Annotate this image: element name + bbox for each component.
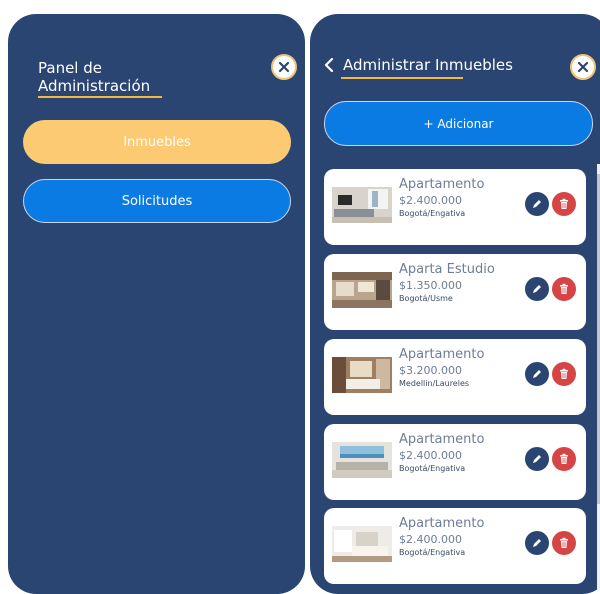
pencil-icon (533, 200, 541, 208)
property-type: Apartamento (399, 432, 485, 447)
delete-button[interactable] (552, 531, 576, 555)
sea-view-living-photo (332, 442, 392, 478)
close-icon (278, 61, 290, 73)
property-price: $3.200.000 (399, 364, 462, 377)
property-price: $2.400.000 (399, 449, 462, 462)
property-location: Bogotá/Engativa (399, 548, 466, 557)
menu-button-label: Inmuebles (123, 134, 191, 150)
property-card: Apartamento $2.400.000 Bogotá/Engativa (324, 169, 586, 245)
title-underline (341, 77, 463, 79)
property-card: Aparta Estudio $1.350.000 Bogotá/Usme (324, 254, 586, 330)
delete-button[interactable] (552, 447, 576, 471)
living-room-photo (332, 187, 392, 223)
properties-header: Administrar Inmuebles (324, 56, 513, 74)
page-title: Administrar Inmuebles (343, 56, 513, 74)
trash-icon (560, 368, 568, 379)
property-location: Bogotá/Usme (399, 294, 453, 303)
trash-icon (560, 453, 568, 464)
property-type: Apartamento (399, 347, 485, 362)
bright-bedroom-photo (332, 526, 392, 562)
properties-panel: Administrar Inmuebles + Adicionar Aparta… (310, 14, 600, 594)
property-type: Apartamento (399, 516, 485, 531)
edit-button[interactable] (525, 192, 549, 216)
property-price: $2.400.000 (399, 533, 462, 546)
trash-icon (560, 283, 568, 294)
pencil-icon (533, 455, 541, 463)
property-price: $1.350.000 (399, 279, 462, 292)
delete-button[interactable] (552, 192, 576, 216)
delete-button[interactable] (552, 362, 576, 386)
property-location: Bogotá/Engativa (399, 209, 466, 218)
property-price: $2.400.000 (399, 194, 462, 207)
chevron-left-icon[interactable] (324, 58, 336, 72)
edit-button[interactable] (525, 531, 549, 555)
studio-kitchen-photo (332, 272, 392, 308)
menu-button-solicitudes[interactable]: Solicitudes (23, 179, 291, 223)
delete-button[interactable] (552, 277, 576, 301)
menu-button-inmuebles[interactable]: Inmuebles (23, 120, 291, 164)
property-location: Medellin/Laureles (399, 379, 470, 388)
property-card: Apartamento $2.400.000 Bogotá/Engativa (324, 508, 586, 584)
edit-button[interactable] (525, 362, 549, 386)
pencil-icon (533, 285, 541, 293)
close-icon (577, 61, 589, 73)
add-button-label: + Adicionar (423, 116, 494, 131)
close-button[interactable] (570, 54, 596, 80)
admin-panel-title: Panel de Administración (38, 59, 150, 95)
property-type: Apartamento (399, 177, 485, 192)
trash-icon (560, 198, 568, 209)
pencil-icon (533, 539, 541, 547)
close-button[interactable] (271, 54, 297, 80)
property-location: Bogotá/Engativa (399, 464, 466, 473)
admin-panel-title-line2: Administración (38, 77, 151, 95)
edit-button[interactable] (525, 277, 549, 301)
title-underline (38, 96, 162, 98)
add-property-button[interactable]: + Adicionar (324, 101, 593, 146)
trash-icon (560, 537, 568, 548)
property-type: Aparta Estudio (399, 262, 495, 277)
pencil-icon (533, 370, 541, 378)
bedroom-photo (332, 357, 392, 393)
property-card: Apartamento $3.200.000 Medellin/Laureles (324, 339, 586, 415)
admin-panel-title-line1: Panel de (38, 59, 102, 77)
admin-panel: Panel de Administración Inmuebles Solici… (8, 14, 305, 594)
property-card: Apartamento $2.400.000 Bogotá/Engativa (324, 424, 586, 500)
menu-button-label: Solicitudes (121, 193, 193, 209)
edit-button[interactable] (525, 447, 549, 471)
